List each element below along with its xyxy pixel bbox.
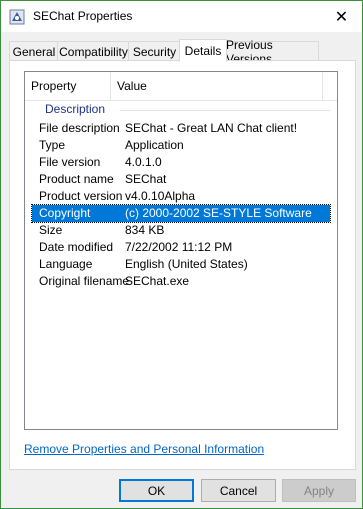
property-value: SEChat — [125, 172, 167, 186]
property-name: File description — [39, 121, 120, 135]
property-name: Date modified — [39, 240, 114, 254]
list-item[interactable]: Product name SEChat — [32, 171, 330, 188]
property-name: Language — [39, 257, 93, 271]
property-name: Size — [39, 223, 63, 237]
property-value: SEChat - Great LAN Chat client! — [125, 121, 298, 135]
property-value: 834 KB — [125, 223, 165, 237]
cancel-button[interactable]: Cancel — [201, 479, 276, 502]
list-item[interactable]: File description SEChat - Great LAN Chat… — [32, 120, 330, 137]
tab-previous-versions[interactable]: Previous Versions — [225, 38, 319, 66]
chat-app-icon — [9, 9, 25, 25]
list-item[interactable]: Date modified 7/22/2002 11:12 PM — [32, 239, 330, 256]
column-divider[interactable] — [322, 72, 323, 100]
property-value: English (United States) — [125, 257, 248, 271]
tab-details[interactable]: Details — [179, 39, 227, 62]
properties-window: SEChat Properties ✕ General Compatibilit… — [0, 0, 363, 509]
group-divider — [120, 110, 330, 111]
column-header-value[interactable]: Value — [111, 72, 317, 100]
list-item[interactable]: Size 834 KB — [32, 222, 330, 239]
property-value: Application — [125, 138, 184, 152]
window-title: SEChat Properties — [33, 9, 133, 23]
property-name: File version — [39, 155, 101, 169]
property-name: Product version — [39, 189, 123, 203]
property-value: v4.0.10Alpha — [125, 189, 196, 203]
property-name: Type — [39, 138, 66, 152]
ok-button[interactable]: OK — [119, 479, 194, 502]
list-item-selected[interactable]: Copyright (c) 2000-2002 SE-STYLE Softwar… — [31, 204, 331, 223]
column-header-property[interactable]: Property — [25, 72, 109, 100]
tab-security[interactable]: Security — [128, 41, 181, 61]
remove-properties-link[interactable]: Remove Properties and Personal Informati… — [24, 442, 264, 456]
details-list[interactable]: Property Value Description File descript… — [24, 71, 338, 430]
details-panel: Property Value Description File descript… — [9, 60, 356, 470]
list-item[interactable]: Language English (United States) — [32, 256, 330, 273]
list-item[interactable]: Original filename SEChat.exe — [32, 273, 330, 290]
apply-button[interactable]: Apply — [282, 479, 356, 502]
group-header-description[interactable]: Description — [45, 100, 105, 118]
property-name: Product name — [39, 172, 114, 186]
list-item[interactable]: Product version v4.0.10Alpha — [32, 188, 330, 205]
property-value: 7/22/2002 11:12 PM — [125, 240, 233, 254]
list-item[interactable]: Type Application — [32, 137, 330, 154]
close-icon[interactable]: ✕ — [321, 1, 362, 32]
list-header: Property Value — [25, 72, 337, 101]
property-name: Original filename — [39, 274, 130, 288]
property-value: SEChat.exe — [125, 274, 190, 288]
list-item[interactable]: File version 4.0.1.0 — [32, 154, 330, 171]
tab-general[interactable]: General — [9, 41, 59, 61]
title-bar[interactable]: SEChat Properties ✕ — [1, 1, 362, 32]
property-value: 4.0.1.0 — [125, 155, 162, 169]
property-value: (c) 2000-2002 SE-STYLE Software — [125, 206, 312, 220]
property-name: Copyright — [39, 206, 91, 220]
tab-compatibility[interactable]: Compatibility — [57, 41, 130, 61]
